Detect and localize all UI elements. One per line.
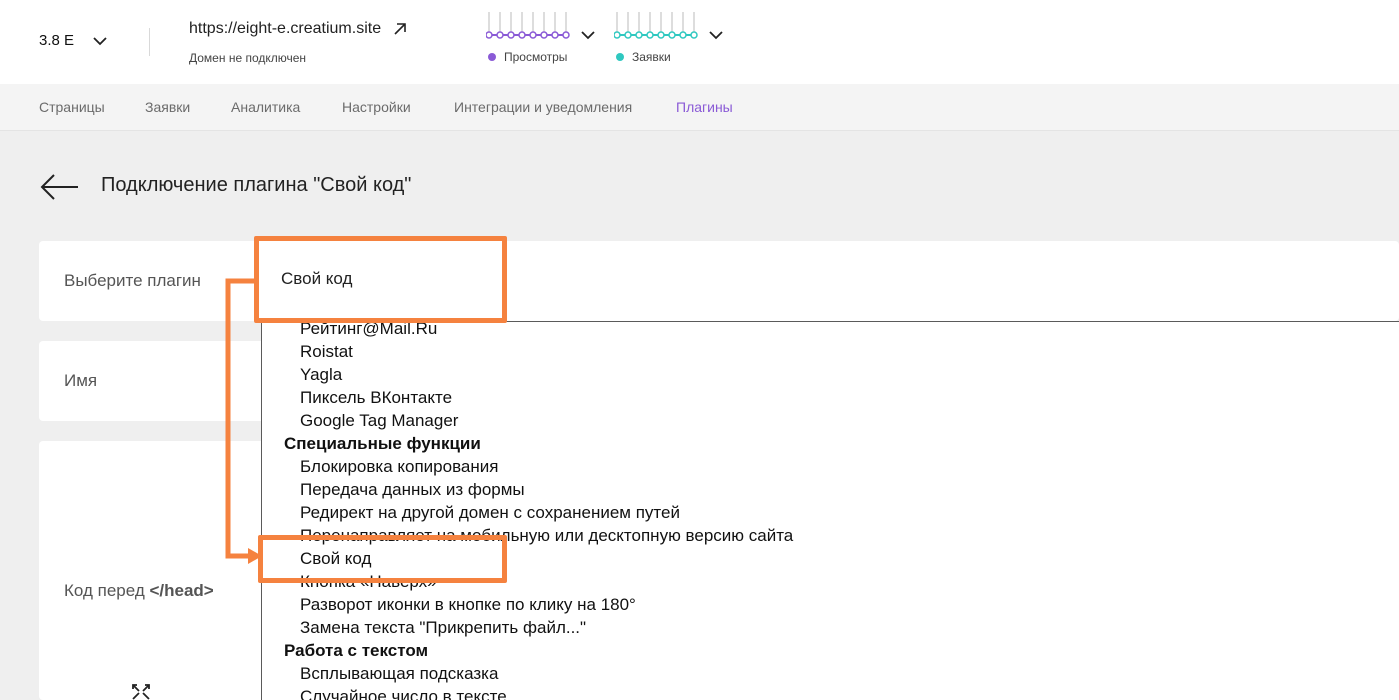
- tab-orders[interactable]: Заявки: [145, 99, 190, 115]
- plugin-option[interactable]: Замена текста "Прикрепить файл...": [300, 618, 586, 638]
- option-group-header: Специальные функции: [284, 434, 481, 453]
- plugin-option[interactable]: Блокировка копирования: [300, 457, 498, 477]
- plugin-option[interactable]: Редирект на другой домен с сохранением п…: [300, 503, 680, 523]
- site-name: 3.8 E: [39, 32, 75, 49]
- plugin-option[interactable]: Рейтинг@Mail.Ru: [300, 322, 437, 339]
- expand-icon[interactable]: [131, 683, 151, 700]
- page-title: Подключение плагина "Свой код": [101, 174, 412, 196]
- tab-plugins[interactable]: Плагины: [676, 99, 733, 115]
- site-url: https://eight-e.creatium.site: [189, 20, 382, 37]
- views-sparkline: [486, 12, 570, 39]
- chevron-down-icon: [709, 31, 723, 40]
- tab-integrations[interactable]: Интеграции и уведомления: [454, 99, 632, 115]
- plugin-dropdown-list[interactable]: Рейтинг@Mail.Ru Roistat Yagla Пиксель ВК…: [261, 321, 1399, 700]
- orders-legend: Заявки: [616, 50, 671, 64]
- option-group-header: Работа с текстом: [284, 641, 429, 660]
- views-metric[interactable]: Просмотры: [486, 10, 595, 64]
- plugin-option[interactable]: Передача данных из формы: [300, 480, 525, 500]
- tab-analytics[interactable]: Аналитика: [231, 99, 300, 115]
- site-url-link[interactable]: https://eight-e.creatium.site: [189, 20, 408, 38]
- chevron-down-icon: [93, 36, 107, 45]
- external-link-icon: [394, 23, 406, 35]
- plugin-option[interactable]: Разворот иконки в кнопке по клику на 180…: [300, 595, 636, 615]
- code-head-label: Код перед </head>: [64, 581, 214, 601]
- views-label: Просмотры: [504, 50, 568, 64]
- tab-pages[interactable]: Страницы: [39, 99, 105, 115]
- plugin-label: Выберите плагин: [64, 271, 201, 290]
- header-divider: [149, 28, 150, 56]
- name-label: Имя: [64, 371, 98, 390]
- domain-status: Домен не подключен: [189, 51, 307, 65]
- plugin-option[interactable]: Случайное число в тексте: [300, 687, 507, 700]
- main-nav: Страницы Заявки Аналитика Настройки Инте…: [0, 84, 1399, 131]
- orders-sparkline: [614, 12, 698, 39]
- orders-metric[interactable]: Заявки: [614, 10, 723, 64]
- highlight-select-box: [254, 236, 507, 323]
- views-legend: Просмотры: [488, 50, 567, 64]
- plugin-select-row: Выберите плагин: [39, 241, 1399, 321]
- arrow-left-icon[interactable]: [40, 173, 80, 201]
- site-switcher[interactable]: 3.8 E: [39, 32, 108, 49]
- code-head-label-text: Код перед: [64, 581, 150, 600]
- chevron-down-icon: [581, 31, 595, 40]
- orders-dot: [616, 53, 624, 61]
- code-head-label-tag: </head>: [149, 581, 214, 600]
- top-header: 3.8 E https://eight-e.creatium.site Доме…: [0, 0, 1399, 84]
- plugin-option[interactable]: Пиксель ВКонтакте: [300, 388, 452, 408]
- views-dot: [488, 53, 496, 61]
- plugin-option[interactable]: Всплывающая подсказка: [300, 664, 498, 684]
- plugin-option[interactable]: Yagla: [300, 365, 342, 385]
- highlight-option-box: [258, 535, 507, 583]
- plugin-option[interactable]: Google Tag Manager: [300, 411, 458, 431]
- orders-label: Заявки: [632, 50, 671, 64]
- plugin-option[interactable]: Roistat: [300, 342, 353, 362]
- tab-settings[interactable]: Настройки: [342, 99, 411, 115]
